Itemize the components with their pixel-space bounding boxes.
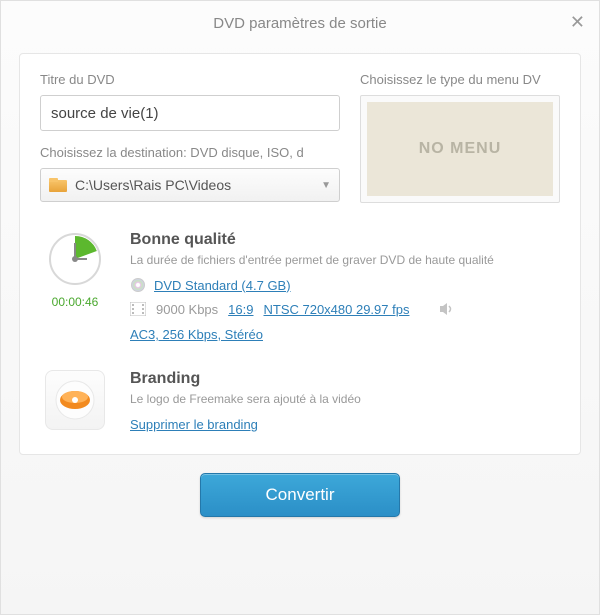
speaker-icon [439, 301, 455, 317]
quality-subtitle: La durée de fichiers d'entrée permet de … [130, 253, 560, 267]
aspect-link[interactable]: 16:9 [228, 302, 253, 317]
video-std-link[interactable]: NTSC 720x480 29.97 fps [263, 302, 409, 317]
menu-type-label: Choisissez le type du menu DV [360, 72, 560, 87]
destination-label: Choisissez la destination: DVD disque, I… [40, 145, 340, 160]
destination-value: C:\Users\Rais PC\Videos [75, 177, 313, 193]
quality-section: 00:00:46 Bonne qualité La durée de fichi… [40, 231, 560, 342]
dvd-title-label: Titre du DVD [40, 72, 340, 87]
content-panel: Titre du DVD Choisissez la destination: … [19, 53, 581, 455]
remove-branding-link[interactable]: Supprimer le branding [130, 417, 258, 432]
folder-icon [49, 178, 67, 192]
titlebar: DVD paramètres de sortie ✕ [1, 1, 599, 45]
menu-preview[interactable]: NO MENU [360, 95, 560, 203]
window-title: DVD paramètres de sortie [213, 15, 386, 32]
branding-icon [45, 370, 105, 430]
branding-title: Branding [130, 370, 560, 388]
duration-text: 00:00:46 [52, 295, 99, 309]
convert-button[interactable]: Convertir [200, 473, 400, 517]
clock-icon [47, 231, 103, 287]
branding-subtitle: Le logo de Freemake sera ajouté à la vid… [130, 392, 560, 406]
destination-select[interactable]: C:\Users\Rais PC\Videos ▼ [40, 168, 340, 202]
no-menu-thumbnail: NO MENU [367, 102, 553, 196]
dvd-output-dialog: DVD paramètres de sortie ✕ Titre du DVD … [0, 0, 600, 615]
bitrate-text: 9000 Kbps [156, 302, 218, 317]
film-icon [130, 301, 146, 317]
quality-title: Bonne qualité [130, 231, 560, 249]
audio-link[interactable]: AC3, 256 Kbps, Stéréo [130, 327, 263, 342]
disc-icon [130, 277, 146, 293]
chevron-down-icon: ▼ [321, 180, 331, 191]
branding-section: Branding Le logo de Freemake sera ajouté… [40, 370, 560, 434]
close-icon[interactable]: ✕ [570, 13, 585, 31]
disc-spec-link[interactable]: DVD Standard (4.7 GB) [154, 278, 291, 293]
no-menu-text: NO MENU [419, 140, 502, 158]
dvd-title-input[interactable] [40, 95, 340, 131]
